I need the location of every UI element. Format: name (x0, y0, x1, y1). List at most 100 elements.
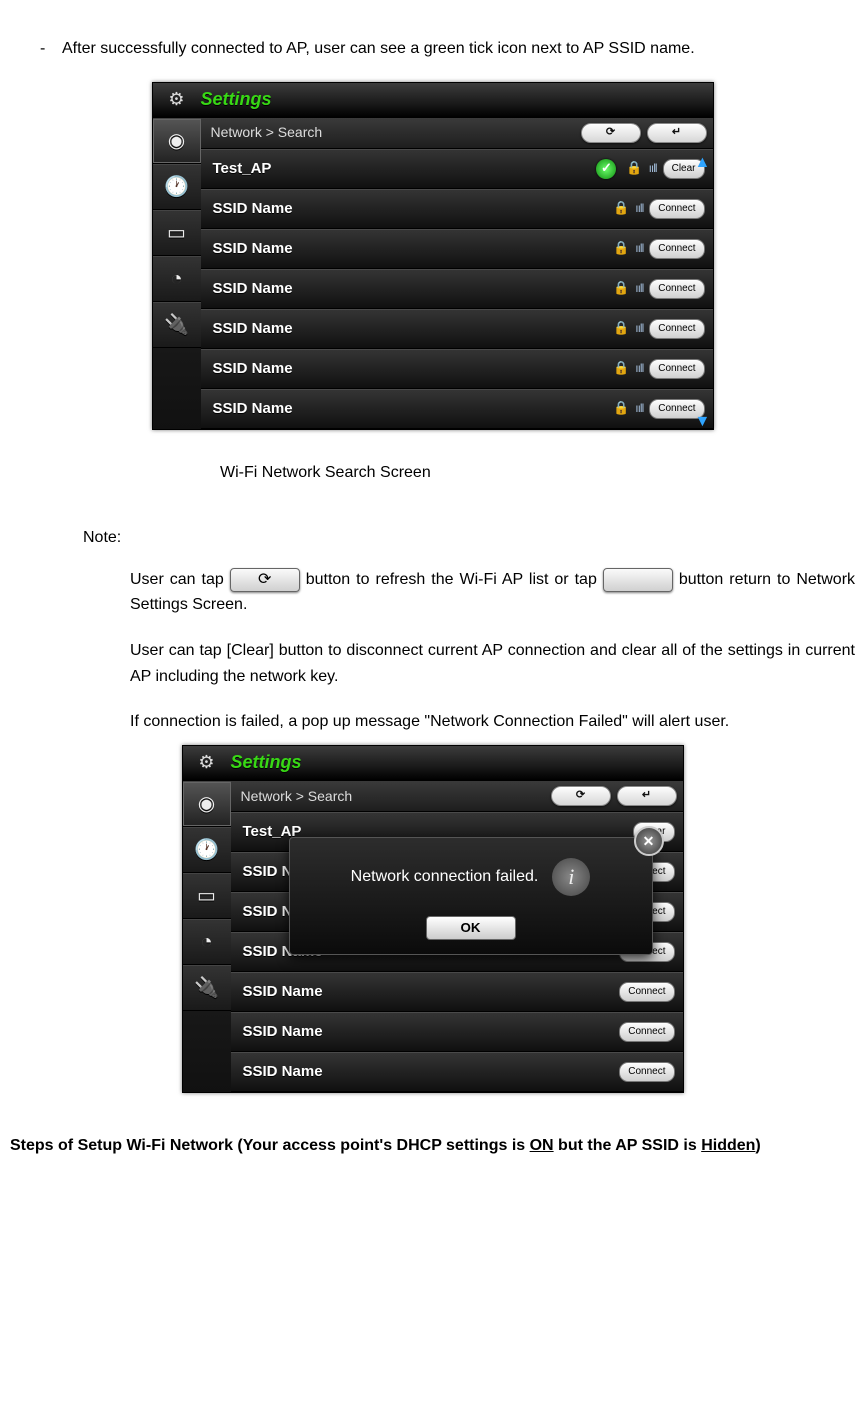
lock-icon: 🔒 (626, 158, 642, 179)
wifi-row[interactable]: Test_AP ✓ 🔒 ııll Clear (201, 149, 713, 189)
connect-button[interactable]: Connect (619, 982, 674, 1002)
enter-icon: ↵ (672, 124, 681, 142)
device-main: Network > Search ⟳ ↵ Test_AP ✓ 🔒 ııll Cl… (201, 118, 713, 429)
breadcrumb: Network > Search (211, 121, 323, 143)
caption-1: Wi-Fi Network Search Screen (10, 460, 855, 486)
ssid-name: SSID Name (213, 197, 610, 221)
pie-icon: ◔ (170, 263, 182, 295)
lock-icon: 🔒 (613, 278, 629, 299)
refresh-icon: ⟳ (258, 567, 271, 593)
connect-button[interactable]: Connect (619, 1022, 674, 1042)
connect-button[interactable]: Connect (619, 1062, 674, 1082)
wifi-row[interactable]: SSID Name 🔒 ııll Connect (201, 389, 713, 429)
note-2: User can tap [Clear] button to disconnec… (10, 638, 855, 689)
gear-icon: ⚙ (183, 748, 231, 777)
device-header: ⚙ Settings (183, 746, 683, 781)
refresh-icon: ⟳ (576, 787, 585, 805)
scroll-down-icon[interactable]: ▼ (695, 409, 711, 425)
wifi-row[interactable]: SSID Name 🔒 ııll Connect (201, 309, 713, 349)
connect-button[interactable]: Connect (649, 199, 704, 219)
inline-back-button: x (603, 568, 673, 592)
ssid-name: Test_AP (213, 157, 597, 181)
signal-icon: ııll (635, 399, 643, 418)
sidebar-item-power[interactable]: 🔌 (183, 965, 231, 1011)
wifi-row[interactable]: SSID Name 🔒 ııll Connect (201, 269, 713, 309)
device-screenshot-1: ⚙ Settings ◉ 🕐 ▭ ◔ 🔌 Network > Search ⟳ … (152, 82, 714, 430)
signal-icon: ııll (635, 279, 643, 298)
heading-hidden: Hidden (701, 1137, 755, 1154)
lock-icon: 🔒 (613, 398, 629, 419)
ssid-name: SSID Name (213, 397, 610, 421)
sidebar-item-display[interactable]: ▭ (183, 873, 231, 919)
wifi-row[interactable]: SSID Name 🔒 ııll Connect (201, 189, 713, 229)
lock-icon: 🔒 (613, 318, 629, 339)
display-icon: ▭ (197, 880, 216, 912)
heading-b: but the AP SSID is (554, 1137, 702, 1154)
modal-close-button[interactable]: ✕ (634, 826, 664, 856)
wifi-icon: ◉ (168, 125, 185, 157)
wifi-row[interactable]: SSID NameConnect (231, 1012, 683, 1052)
modal-ok-button[interactable]: OK (426, 916, 516, 940)
ssid-name: SSID Name (243, 1020, 620, 1044)
sidebar-item-clock[interactable]: 🕐 (183, 827, 231, 873)
ssid-name: SSID Name (243, 1060, 620, 1084)
wifi-row[interactable]: SSID Name 🔒 ııll Connect (201, 349, 713, 389)
pie-icon: ◔ (200, 926, 212, 958)
heading-a: Steps of Setup Wi-Fi Network (Your acces… (10, 1137, 530, 1154)
note1-b: button to refresh the Wi-Fi AP list or t… (306, 571, 603, 588)
sidebar-item-display[interactable]: ▭ (153, 210, 201, 256)
intro-bullet: -After successfully connected to AP, use… (10, 36, 855, 62)
scroll-up-icon[interactable]: ▲ (695, 150, 711, 166)
sidebar: ◉ 🕐 ▭ ◔ 🔌 (153, 118, 201, 429)
lock-icon: 🔒 (613, 358, 629, 379)
connect-button[interactable]: Connect (649, 359, 704, 379)
connect-button[interactable]: Connect (649, 239, 704, 259)
signal-icon: ııll (635, 359, 643, 378)
modal-message: Network connection failed. (351, 864, 539, 890)
sidebar-item-power[interactable]: 🔌 (153, 302, 201, 348)
signal-icon: ııll (635, 319, 643, 338)
device-header: ⚙ Settings (153, 83, 713, 118)
clock-icon: 🕐 (194, 834, 219, 866)
note-label: Note: (10, 525, 855, 551)
plug-icon: 🔌 (194, 972, 219, 1004)
lock-icon: 🔒 (613, 238, 629, 259)
refresh-button[interactable]: ⟳ (551, 786, 611, 806)
device-screenshot-2: ⚙ Settings ◉ 🕐 ▭ ◔ 🔌 Network > Search ⟳ … (182, 745, 684, 1093)
enter-icon: ↵ (642, 787, 651, 805)
plug-icon: 🔌 (164, 309, 189, 341)
wifi-row[interactable]: SSID NameConnect (231, 1052, 683, 1092)
back-button[interactable]: ↵ (617, 786, 677, 806)
bottom-heading: Steps of Setup Wi-Fi Network (Your acces… (10, 1133, 855, 1159)
device-title: Settings (231, 748, 302, 777)
sidebar-item-chart[interactable]: ◔ (153, 256, 201, 302)
ssid-name: SSID Name (243, 980, 620, 1004)
wifi-row[interactable]: SSID Name 🔒 ııll Connect (201, 229, 713, 269)
note-3: If connection is failed, a pop up messag… (10, 709, 855, 735)
signal-icon: ııll (635, 199, 643, 218)
sidebar: ◉ 🕐 ▭ ◔ 🔌 (183, 781, 231, 1092)
ssid-name: SSID Name (213, 317, 610, 341)
lock-icon: 🔒 (613, 198, 629, 219)
breadcrumb-row: Network > Search ⟳ ↵ (231, 781, 683, 812)
connect-button[interactable]: Connect (649, 319, 704, 339)
signal-icon: ııll (635, 239, 643, 258)
heading-on: ON (530, 1137, 554, 1154)
sidebar-item-network[interactable]: ◉ (153, 118, 201, 164)
ssid-name: SSID Name (213, 277, 610, 301)
connect-button[interactable]: Connect (649, 279, 704, 299)
heading-c: ) (755, 1137, 760, 1154)
sidebar-item-clock[interactable]: 🕐 (153, 164, 201, 210)
wifi-icon: ◉ (198, 788, 215, 820)
back-button[interactable]: ↵ (647, 123, 707, 143)
device-title: Settings (201, 85, 272, 114)
wifi-row[interactable]: SSID NameConnect (231, 972, 683, 1012)
connected-tick-icon: ✓ (596, 159, 616, 179)
intro-text: After successfully connected to AP, user… (62, 40, 695, 57)
refresh-button[interactable]: ⟳ (581, 123, 641, 143)
sidebar-item-chart[interactable]: ◔ (183, 919, 231, 965)
breadcrumb-row: Network > Search ⟳ ↵ (201, 118, 713, 149)
ssid-name: SSID Name (213, 237, 610, 261)
gear-icon: ⚙ (153, 85, 201, 114)
sidebar-item-network[interactable]: ◉ (183, 781, 231, 827)
